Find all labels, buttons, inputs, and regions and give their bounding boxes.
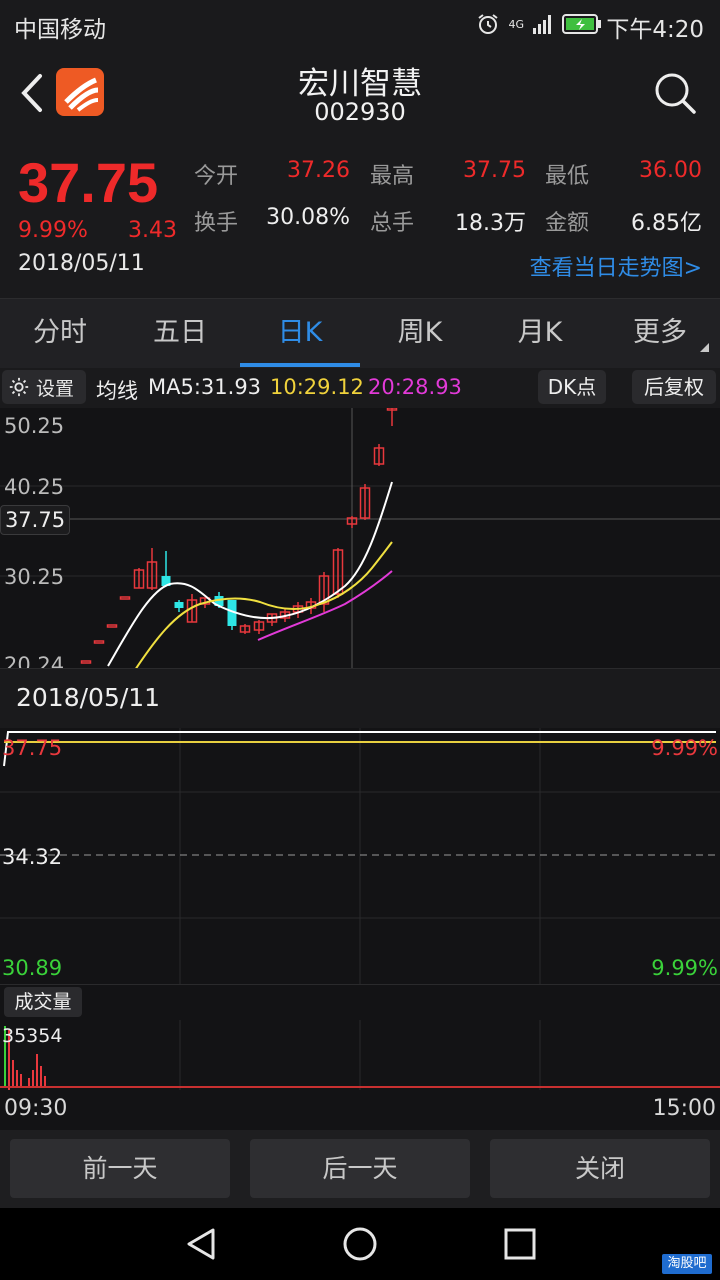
period-tabs: 分时 五日 日K 周K 月K 更多 [0, 298, 720, 368]
app-header: 宏川智慧 002930 [0, 50, 720, 140]
time-axis: 09:30 15:00 [0, 1090, 720, 1130]
volume-bar [36, 1054, 38, 1088]
candle-body [119, 596, 131, 600]
stock-name: 宏川智慧 [298, 66, 422, 102]
amount-value: 6.85亿 [631, 211, 702, 236]
status-icons: 4G [476, 12, 602, 36]
intraday-canvas: 37.75 9.99% 34.32 30.89 9.99% [0, 728, 720, 984]
carrier-name: 中国移动 [14, 17, 106, 43]
volume-bar [12, 1060, 14, 1088]
kline-canvas: 50.25 40.25 30.25 20.24 [0, 408, 720, 668]
ma-label: 均线 [96, 379, 138, 403]
mid-price-label: 34.32 [2, 845, 62, 869]
volume-bar [16, 1070, 18, 1088]
nav-recents-icon[interactable] [503, 1227, 537, 1261]
amount-label: 金额 [545, 211, 590, 236]
time-start: 09:30 [4, 1096, 68, 1121]
time-end: 15:00 [652, 1096, 716, 1121]
axis-label-top: 50.25 [4, 414, 64, 438]
tab-five-day[interactable]: 五日 [120, 299, 240, 367]
tab-daily-k[interactable]: 日K [240, 299, 360, 367]
intraday-date: 2018/05/11 [16, 683, 161, 712]
high-label: 最高 [370, 164, 415, 189]
volume-indicator-button[interactable]: 成交量 [4, 987, 82, 1017]
axis-label-2: 40.25 [4, 475, 64, 499]
signal-icon [533, 15, 551, 34]
battery-charging-icon [562, 14, 601, 34]
quote-date: 2018/05/11 [18, 251, 145, 276]
ma5-line [107, 481, 393, 667]
adjust-mode-button[interactable]: 后复权 [632, 370, 716, 404]
network-type-icon: 4G [508, 17, 524, 31]
turnover-value: 30.08% [266, 205, 350, 230]
tab-weekly-k[interactable]: 周K [360, 299, 480, 367]
candle-body [174, 602, 184, 608]
watermark-logo: 淘股吧 [662, 1254, 712, 1274]
turnover-label: 换手 [194, 211, 239, 236]
total-volume-value: 18.3万 [455, 211, 526, 236]
bottom-price-label: 30.89 [2, 956, 62, 980]
ma10-line [135, 541, 393, 668]
axis-label-bottom: 20.24 [4, 653, 64, 668]
candle-body [106, 624, 118, 628]
active-tab-indicator [240, 363, 360, 367]
gear-icon [9, 377, 29, 397]
top-price-label: 37.75 [2, 736, 62, 760]
footer-actions: 前一天 后一天 关闭 [0, 1130, 720, 1208]
settings-button[interactable]: 设置 [2, 370, 86, 404]
total-volume-label: 总手 [370, 211, 415, 236]
system-nav-bar [0, 1208, 720, 1280]
settings-label: 设置 [36, 377, 75, 400]
volume-canvas: 35354 [0, 1020, 720, 1090]
open-value: 37.26 [287, 158, 350, 183]
alarm-icon [478, 14, 499, 34]
change-amount: 3.43 [128, 218, 177, 243]
ma20-line [257, 570, 393, 641]
axis-label-3: 30.25 [4, 565, 64, 589]
clock: 下午4:20 [606, 17, 704, 43]
volume-header: 成交量 [0, 984, 720, 1020]
search-button[interactable] [650, 68, 700, 118]
next-day-button[interactable]: 后一天 [250, 1139, 470, 1198]
prev-day-button[interactable]: 前一天 [10, 1139, 230, 1198]
volume-bar [32, 1070, 34, 1088]
stock-code: 002930 [314, 98, 406, 126]
tab-more[interactable]: 更多 [600, 299, 720, 367]
ma5-value: MA5:31.93 [148, 375, 262, 399]
candles [80, 408, 398, 664]
current-price: 37.75 [18, 151, 159, 214]
current-price-tag: 37.75 [0, 505, 70, 535]
low-label: 最低 [545, 164, 590, 189]
bottom-pct-label: 9.99% [651, 956, 718, 980]
view-intraday-trend-link[interactable]: 查看当日走势图> [530, 250, 702, 282]
intraday-date-row: 2018/05/11 [0, 668, 720, 728]
dk-point-button[interactable]: DK点 [538, 370, 606, 404]
volume-bar [20, 1074, 22, 1088]
top-pct-label: 9.99% [651, 736, 718, 760]
tab-intraday[interactable]: 分时 [0, 299, 120, 367]
kline-chart[interactable]: 50.25 40.25 30.25 20.24 37.75 [0, 408, 720, 668]
indicator-bar: 设置 均线 MA5:31.93 10:29.12 20:28.93 DK点 后复… [0, 368, 720, 408]
candle-body [80, 660, 92, 664]
low-value: 36.00 [639, 158, 702, 183]
volume-bar [40, 1066, 42, 1088]
status-bar: 中国移动 4G 下午4:20 [0, 0, 720, 50]
high-value: 37.75 [463, 158, 526, 183]
intraday-chart[interactable]: 37.75 9.99% 34.32 30.89 9.99% [0, 728, 720, 984]
volume-chart: 35354 [0, 1020, 720, 1090]
nav-back-icon[interactable] [183, 1226, 219, 1262]
nav-home-icon[interactable] [341, 1225, 379, 1263]
search-icon [655, 73, 696, 114]
tab-monthly-k[interactable]: 月K [480, 299, 600, 367]
max-volume-label: 35354 [2, 1025, 62, 1047]
ma10-value: 10:29.12 [270, 375, 364, 399]
ma20-value: 20:28.93 [368, 375, 462, 399]
close-button[interactable]: 关闭 [490, 1139, 710, 1198]
dropdown-triangle-icon [700, 343, 709, 352]
change-percent: 9.99% [18, 218, 88, 243]
open-label: 今开 [194, 164, 239, 189]
quote-panel: 37.75 9.99% 3.43 2018/05/11 今开 37.26 最高 … [0, 140, 720, 298]
candle-body [93, 640, 105, 644]
